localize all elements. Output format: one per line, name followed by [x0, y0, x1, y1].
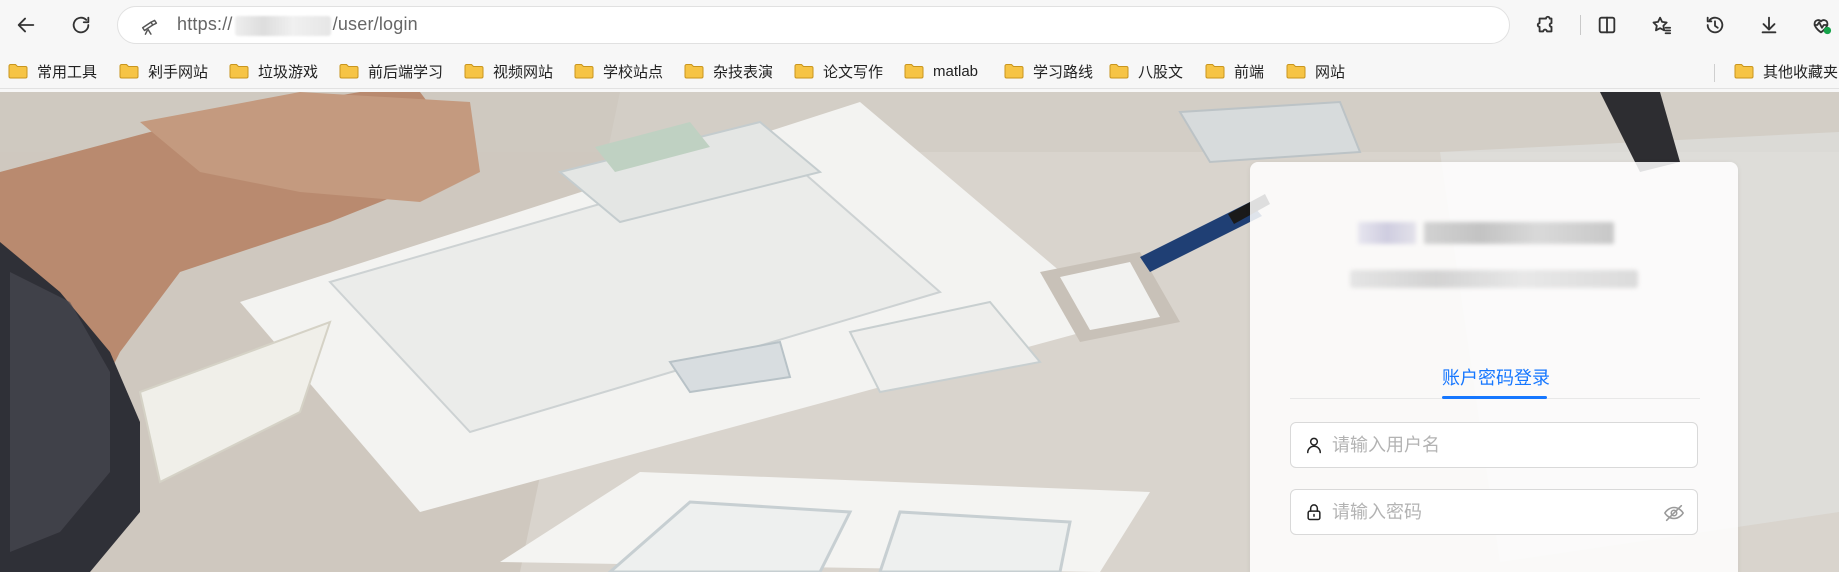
bookmark-label: matlab [933, 62, 979, 80]
page-viewport: 账户密码登录 [0, 92, 1839, 572]
bookmark-label: 八股文 [1138, 63, 1184, 81]
bookmarks-bar: 常用工具 剁手网站 垃圾游戏 前后端学习 视频网站 学校站点 杂技表演 论文写作… [0, 52, 1839, 89]
favorites-icon[interactable] [1643, 7, 1679, 43]
bookmark-label: 网站 [1315, 63, 1346, 81]
bookmark-folder-5[interactable]: 学校站点 [574, 58, 663, 84]
site-info-icon[interactable] [139, 14, 161, 36]
download-icon[interactable] [1751, 7, 1787, 43]
bookmark-label: 学习路线 [1033, 63, 1094, 81]
folder-icon [1004, 63, 1024, 79]
bookmark-folder-6[interactable]: 杂技表演 [684, 58, 773, 84]
bookmark-folder-0[interactable]: 常用工具 [8, 58, 97, 84]
back-icon[interactable] [8, 7, 44, 43]
address-bar[interactable]: https:// /user/login [117, 6, 1510, 44]
tab-account-password-login[interactable]: 账户密码登录 [1442, 364, 1550, 390]
bookmark-folder-7[interactable]: 论文写作 [794, 58, 883, 84]
folder-icon [229, 63, 249, 79]
folder-icon [574, 63, 594, 79]
folder-icon [1109, 63, 1129, 79]
bookmark-folder-8[interactable]: matlab [904, 58, 978, 84]
extensions-icon[interactable] [1528, 7, 1564, 43]
bookmark-label: 杂技表演 [713, 63, 774, 81]
username-input[interactable] [1332, 434, 1652, 456]
bookmark-label: 前后端学习 [368, 63, 444, 81]
bookmark-folder-10[interactable]: 八股文 [1109, 58, 1183, 84]
bookmark-folder-3[interactable]: 前后端学习 [339, 58, 443, 84]
bookmark-folder-2[interactable]: 垃圾游戏 [229, 58, 318, 84]
bookmark-folder-9[interactable]: 学习路线 [1004, 58, 1093, 84]
subtitle-redacted [1350, 270, 1638, 288]
bookmark-label: 论文写作 [823, 63, 884, 81]
folder-icon [684, 63, 704, 79]
folder-icon [1205, 63, 1225, 79]
folder-icon [1286, 63, 1306, 79]
url-suffix: /user/login [332, 14, 418, 35]
refresh-icon[interactable] [63, 7, 99, 43]
folder-icon [794, 63, 814, 79]
bookmark-label: 其他收藏夹 [1763, 63, 1839, 81]
url-redacted [234, 15, 331, 36]
bookmark-folder-12[interactable]: 网站 [1286, 58, 1345, 84]
bookmark-label: 前端 [1234, 63, 1265, 81]
eye-invisible-icon[interactable] [1663, 502, 1685, 524]
bookmarks-divider [1714, 64, 1715, 82]
bookmark-folder-4[interactable]: 视频网站 [464, 58, 553, 84]
lock-icon [1304, 502, 1324, 522]
url-text: https:// /user/login [177, 14, 418, 36]
user-icon [1304, 435, 1324, 455]
toolbar-separator [1580, 15, 1581, 35]
browser-toolbar: https:// /user/login [0, 0, 1839, 50]
split-screen-icon[interactable] [1589, 7, 1625, 43]
bookmark-label: 垃圾游戏 [258, 63, 319, 81]
url-prefix: https:// [177, 14, 233, 35]
folder-icon [8, 63, 28, 79]
bookmark-label: 常用工具 [37, 63, 98, 81]
folder-icon [904, 63, 924, 79]
browser-essentials-icon[interactable] [1803, 7, 1839, 43]
folder-icon [119, 63, 139, 79]
bookmark-folder-1[interactable]: 剁手网站 [119, 58, 208, 84]
password-input[interactable] [1332, 501, 1652, 523]
history-icon[interactable] [1697, 7, 1733, 43]
folder-icon [464, 63, 484, 79]
login-panel: 账户密码登录 [1250, 162, 1738, 572]
active-tab-indicator [1442, 396, 1547, 399]
password-field [1290, 489, 1698, 535]
logo-redacted [1358, 210, 1626, 256]
username-field [1290, 422, 1698, 468]
bookmark-label: 剁手网站 [148, 63, 209, 81]
folder-icon [339, 63, 359, 79]
bookmark-label: 学校站点 [603, 63, 664, 81]
bookmark-label: 视频网站 [493, 63, 554, 81]
other-bookmarks-folder[interactable]: 其他收藏夹 [1734, 58, 1838, 84]
folder-icon [1734, 63, 1754, 79]
bookmark-folder-11[interactable]: 前端 [1205, 58, 1264, 84]
